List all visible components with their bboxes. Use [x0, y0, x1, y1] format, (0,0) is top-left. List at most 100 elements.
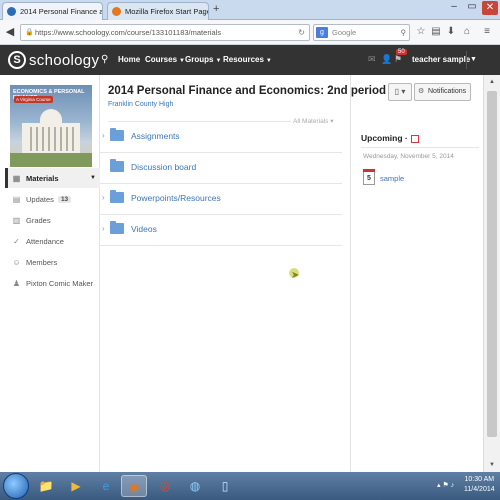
- window-close-icon[interactable]: ✕: [482, 1, 498, 15]
- chevron-right-icon[interactable]: ›: [102, 224, 105, 233]
- divider: [361, 147, 479, 148]
- nav-home[interactable]: Home: [118, 55, 140, 64]
- folder-icon: [110, 159, 124, 172]
- notifications-button[interactable]: ⚙ Notifications: [414, 83, 471, 101]
- recycle-bin-icon[interactable]: ▯: [212, 475, 238, 497]
- schoology-favicon-icon: [7, 7, 16, 16]
- course-title-text: 2014 Personal Finance and Economics: 2nd…: [108, 85, 386, 97]
- maximize-icon[interactable]: ▭: [464, 1, 480, 12]
- chevron-right-icon[interactable]: ›: [102, 193, 105, 202]
- back-icon[interactable]: ◀: [3, 25, 17, 39]
- media-player-icon[interactable]: ▶: [63, 475, 89, 497]
- browser-tab-firefox-start[interactable]: Mozilla Firefox Start Page ✕: [107, 2, 209, 20]
- caret-down-icon: ▾: [401, 87, 406, 96]
- sidebar-item-materials[interactable]: ▦ Materials ▼: [5, 168, 100, 188]
- folder-link[interactable]: Powerpoints/Resources: [131, 193, 221, 203]
- schoology-logo[interactable]: S schoology: [8, 51, 99, 69]
- search-icon[interactable]: ⚲: [101, 54, 108, 65]
- search-placeholder: Google: [332, 28, 357, 37]
- folder-link[interactable]: Assignments: [131, 131, 180, 141]
- browser-tab-schoology[interactable]: 2014 Personal Finance and ... ✕: [2, 2, 103, 20]
- new-tab-button[interactable]: +: [213, 3, 219, 15]
- course-options-button[interactable]: ▯ ▾: [388, 83, 412, 101]
- folder-link[interactable]: Discussion board: [131, 162, 196, 172]
- user-name[interactable]: teacher sample: [412, 55, 470, 64]
- chrome-icon[interactable]: ◎: [152, 475, 178, 497]
- tab-label: 2014 Personal Finance and ...: [20, 7, 103, 16]
- minimize-icon[interactable]: –: [446, 1, 462, 12]
- clock[interactable]: 10:30 AM 11/4/2014: [464, 475, 495, 495]
- folder-icon: [110, 190, 124, 203]
- search-icon[interactable]: ⚲: [401, 25, 407, 40]
- requests-icon[interactable]: 👤: [381, 54, 392, 65]
- folder-link[interactable]: Videos: [131, 224, 157, 234]
- sidebar-item-label: Grades: [26, 215, 51, 225]
- messages-icon[interactable]: ✉: [368, 54, 376, 65]
- options-icon: ▯: [394, 87, 400, 96]
- sidebar-item-label: Materials: [26, 173, 59, 183]
- bookmark-star-icon[interactable]: ☆: [414, 25, 428, 39]
- event-link[interactable]: sample: [380, 174, 404, 183]
- sidebar-item-label: Attendance: [26, 236, 64, 246]
- user-menu-caret-icon[interactable]: ▼: [466, 51, 480, 69]
- folder-row[interactable]: Discussion board: [100, 154, 342, 184]
- calendar-icon[interactable]: [410, 134, 419, 143]
- folder-icon: [110, 221, 124, 234]
- members-icon: ☺: [12, 257, 21, 267]
- upcoming-label: Upcoming: [361, 133, 403, 143]
- download-icon[interactable]: ⬇: [444, 25, 458, 39]
- system-tray-icons[interactable]: ▴ ⚑ ♪: [437, 481, 454, 489]
- home-icon[interactable]: ⌂: [460, 25, 474, 39]
- schoology-s-icon: S: [8, 51, 26, 69]
- grades-icon: ▥: [12, 215, 21, 225]
- gear-icon: ⚙: [418, 88, 425, 95]
- vertical-scrollbar[interactable]: ▲ ▼: [483, 75, 500, 472]
- notifications-icon[interactable]: ⚑: [394, 54, 402, 65]
- materials-icon: ▦: [12, 173, 21, 183]
- google-icon: g: [316, 27, 328, 38]
- upcoming-date: Wednesday, November 5, 2014: [363, 153, 454, 160]
- folder-row[interactable]: › Powerpoints/Resources: [100, 185, 342, 215]
- sidebar-item-grades[interactable]: ▥ Grades: [8, 210, 100, 230]
- updates-count-badge: 13: [57, 195, 72, 203]
- sidebar-item-pixton[interactable]: ♟ Pixton Comic Maker: [8, 273, 100, 293]
- logo-text: schoology: [29, 51, 100, 69]
- menu-icon[interactable]: ≡: [480, 25, 494, 39]
- internet-explorer-icon[interactable]: e: [93, 475, 119, 497]
- search-bar[interactable]: g Google ⚲: [313, 24, 410, 41]
- firefox-icon[interactable]: ◉: [121, 475, 147, 497]
- lock-icon: 🔒: [25, 29, 34, 36]
- tab-label: Mozilla Firefox Start Page: [125, 7, 209, 16]
- scroll-up-icon[interactable]: ▲: [484, 75, 500, 89]
- caret-down-icon: ▼: [265, 58, 272, 64]
- folder-row[interactable]: › Assignments: [100, 123, 342, 153]
- upcoming-panel: Upcoming · Wednesday, November 5, 2014 5…: [350, 75, 483, 472]
- scroll-down-icon[interactable]: ▼: [484, 458, 500, 472]
- sidebar-item-updates[interactable]: ▤ Updates 13: [8, 189, 100, 209]
- nav-resources[interactable]: Resources ▼: [223, 55, 272, 64]
- event-calendar-icon: 5: [363, 169, 375, 185]
- school-link[interactable]: Franklin County High: [108, 101, 173, 108]
- nav-label: Resources: [223, 55, 264, 64]
- chevron-right-icon[interactable]: ›: [102, 131, 105, 140]
- bookmarks-list-icon[interactable]: ▤: [429, 25, 443, 39]
- network-app-icon[interactable]: ◍: [182, 475, 208, 497]
- nav-label: Home: [118, 55, 141, 64]
- file-explorer-icon[interactable]: 📁: [33, 475, 59, 497]
- sidebar-item-attendance[interactable]: ✓ Attendance: [8, 231, 100, 251]
- mouse-cursor-icon: ➤: [289, 268, 299, 281]
- nav-courses[interactable]: Courses ▼: [145, 55, 185, 64]
- caret-down-icon: ▼: [215, 58, 222, 64]
- scrollbar-thumb[interactable]: [487, 91, 497, 437]
- sidebar-item-members[interactable]: ☺ Members: [8, 252, 100, 272]
- materials-main: 2014 Personal Finance and Economics: 2nd…: [100, 75, 396, 472]
- url-text: https://www.schoology.com/course/1331011…: [35, 28, 222, 37]
- nav-groups[interactable]: Groups ▼: [185, 55, 221, 64]
- folder-icon: [110, 128, 124, 141]
- course-page: ECONOMICS & PERSONAL FINANCE A Virginia …: [0, 75, 483, 472]
- start-button[interactable]: [3, 473, 29, 499]
- url-bar[interactable]: 🔒 https://www.schoology.com/course/13310…: [20, 24, 310, 41]
- folder-row[interactable]: › Videos: [100, 216, 342, 246]
- caret-down-icon[interactable]: ▼: [90, 175, 96, 181]
- refresh-icon[interactable]: ↻: [298, 25, 305, 40]
